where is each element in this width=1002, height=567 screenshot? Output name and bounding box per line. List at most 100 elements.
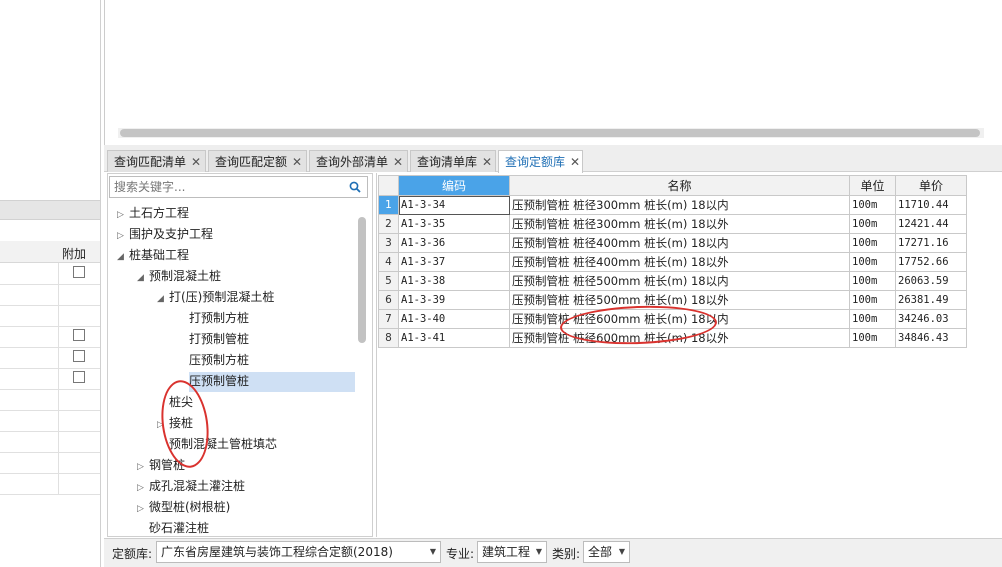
horizontal-scrollbar-thumb[interactable] [120, 129, 980, 137]
search-icon[interactable] [349, 181, 361, 193]
left-header-label: 附加 [62, 247, 87, 261]
cell-code[interactable]: A1-3-39 [398, 290, 510, 310]
quota-library-select[interactable]: 广东省房屋建筑与装饰工程综合定额(2018) ▼ [156, 541, 441, 563]
cell-price[interactable]: 26063.59 [895, 271, 967, 291]
cell-code[interactable]: A1-3-34 [398, 195, 510, 215]
left-grid-row [0, 368, 100, 390]
tab-3[interactable]: 查询外部清单 ✕ [309, 150, 408, 172]
tree-node[interactable]: ◢ 桩基础工程 [117, 245, 189, 265]
cell-price[interactable]: 11710.44 [895, 195, 967, 215]
cell-unit[interactable]: 100m [849, 195, 896, 215]
column-divider [58, 305, 59, 326]
attach-checkbox[interactable] [73, 371, 85, 383]
cell-name[interactable]: 压预制管桩 桩径400mm 桩长(m) 18以内 [509, 233, 850, 253]
row-index: 8 [378, 328, 399, 348]
table-row[interactable]: 3 A1-3-36 压预制管桩 桩径400mm 桩长(m) 18以内 100m 1727… [378, 233, 967, 253]
close-icon[interactable]: ✕ [393, 155, 403, 169]
attach-checkbox[interactable] [73, 266, 85, 278]
tree-node-label: 桩基础工程 [129, 248, 190, 262]
column-header-price[interactable]: 单价 [895, 175, 967, 196]
cell-unit[interactable]: 100m [849, 271, 896, 291]
tree-node[interactable]: ▷ 微型桩(树根桩) [137, 497, 230, 517]
cell-price[interactable]: 12421.44 [895, 214, 967, 234]
close-icon[interactable]: ✕ [482, 155, 492, 169]
tree-node[interactable]: 砂石灌注桩 [137, 518, 209, 538]
cell-code[interactable]: A1-3-35 [398, 214, 510, 234]
table-row[interactable]: 5 A1-3-38 压预制管桩 桩径500mm 桩长(m) 18以内 100m 2606… [378, 271, 967, 291]
column-divider [58, 452, 59, 473]
row-index: 4 [378, 252, 399, 272]
triangle-right-icon[interactable]: ▷ [137, 478, 149, 498]
tree-node[interactable]: ▷ 土石方工程 [117, 203, 189, 223]
close-icon[interactable]: ✕ [191, 155, 201, 169]
tree-node[interactable]: ◢ 预制混凝土桩 [137, 266, 221, 286]
cell-unit[interactable]: 100m [849, 233, 896, 253]
triangle-down-icon[interactable]: ◢ [137, 268, 149, 288]
cell-code[interactable]: A1-3-40 [398, 309, 510, 329]
cell-unit[interactable]: 100m [849, 309, 896, 329]
cell-price[interactable]: 26381.49 [895, 290, 967, 310]
quota-library-label: 定额库: [112, 547, 153, 561]
cell-name[interactable]: 压预制管桩 桩径400mm 桩长(m) 18以外 [509, 252, 850, 272]
tree-node[interactable]: ◢ 打(压)预制混凝土桩 [157, 287, 274, 307]
close-icon[interactable]: ✕ [570, 155, 580, 169]
cell-code[interactable]: A1-3-41 [398, 328, 510, 348]
caret-down-icon: ▼ [618, 547, 625, 556]
column-divider [58, 473, 59, 494]
left-top-area [0, 0, 100, 200]
triangle-right-icon[interactable]: ▷ [137, 499, 149, 519]
row-index: 6 [378, 290, 399, 310]
cell-code[interactable]: A1-3-37 [398, 252, 510, 272]
column-header-unit[interactable]: 单位 [849, 175, 896, 196]
triangle-right-icon[interactable]: ▷ [117, 226, 129, 246]
tree-node[interactable]: 打预制管桩 [177, 329, 249, 349]
tree-node[interactable]: 打预制方桩 [177, 308, 249, 328]
table-row[interactable]: 2 A1-3-35 压预制管桩 桩径300mm 桩长(m) 18以外 100m 1242… [378, 214, 967, 234]
triangle-down-icon[interactable]: ◢ [157, 289, 169, 309]
close-icon[interactable]: ✕ [292, 155, 302, 169]
caret-down-icon: ▼ [535, 547, 542, 556]
cell-price[interactable]: 34846.43 [895, 328, 967, 348]
row-index: 2 [378, 214, 399, 234]
left-grid-row [0, 410, 100, 432]
tab-1[interactable]: 查询匹配清单 ✕ [107, 150, 206, 172]
tab-5[interactable]: 查询定额库 ✕ [498, 150, 583, 173]
cell-unit[interactable]: 100m [849, 214, 896, 234]
triangle-right-icon[interactable]: ▷ [137, 457, 149, 477]
cell-name[interactable]: 压预制管桩 桩径300mm 桩长(m) 18以外 [509, 214, 850, 234]
column-header-code[interactable]: 编码 [398, 175, 510, 196]
cell-price[interactable]: 34246.03 [895, 309, 967, 329]
cell-price[interactable]: 17271.16 [895, 233, 967, 253]
major-select[interactable]: 建筑工程 ▼ [477, 541, 547, 563]
cell-code[interactable]: A1-3-38 [398, 271, 510, 291]
cell-name[interactable]: 压预制管桩 桩径300mm 桩长(m) 18以内 [509, 195, 850, 215]
cell-code[interactable]: A1-3-36 [398, 233, 510, 253]
triangle-down-icon[interactable]: ◢ [117, 247, 129, 267]
cell-name[interactable]: 压预制管桩 桩径500mm 桩长(m) 18以内 [509, 271, 850, 291]
column-divider [58, 263, 59, 284]
column-divider [58, 326, 59, 347]
attach-checkbox[interactable] [73, 350, 85, 362]
cell-unit[interactable]: 100m [849, 290, 896, 310]
tree-vertical-scrollbar[interactable] [358, 217, 366, 343]
tree-node[interactable]: 压预制方桩 [177, 350, 249, 370]
table-row[interactable]: 4 A1-3-37 压预制管桩 桩径400mm 桩长(m) 18以外 100m 1775… [378, 252, 967, 272]
attach-checkbox[interactable] [73, 329, 85, 341]
search-input[interactable] [112, 178, 346, 196]
column-divider [58, 431, 59, 452]
column-divider [58, 347, 59, 368]
tab-2[interactable]: 查询匹配定额 ✕ [208, 150, 307, 172]
category-select[interactable]: 全部 ▼ [583, 541, 630, 563]
tree-node[interactable]: ▷ 成孔混凝土灌注桩 [137, 476, 245, 496]
table-row[interactable]: 1 A1-3-34 压预制管桩 桩径300mm 桩长(m) 18以内 100m 1171… [378, 195, 967, 215]
triangle-right-icon[interactable]: ▷ [117, 205, 129, 225]
cell-price[interactable]: 17752.66 [895, 252, 967, 272]
tab-4[interactable]: 查询清单库 ✕ [410, 150, 496, 172]
tree-node-label: 打预制方桩 [189, 311, 250, 325]
column-divider [58, 410, 59, 431]
caret-down-icon: ▼ [429, 547, 436, 556]
tree-node[interactable]: ▷ 围护及支护工程 [117, 224, 213, 244]
cell-unit[interactable]: 100m [849, 252, 896, 272]
cell-unit[interactable]: 100m [849, 328, 896, 348]
column-header-name[interactable]: 名称 [509, 175, 850, 196]
